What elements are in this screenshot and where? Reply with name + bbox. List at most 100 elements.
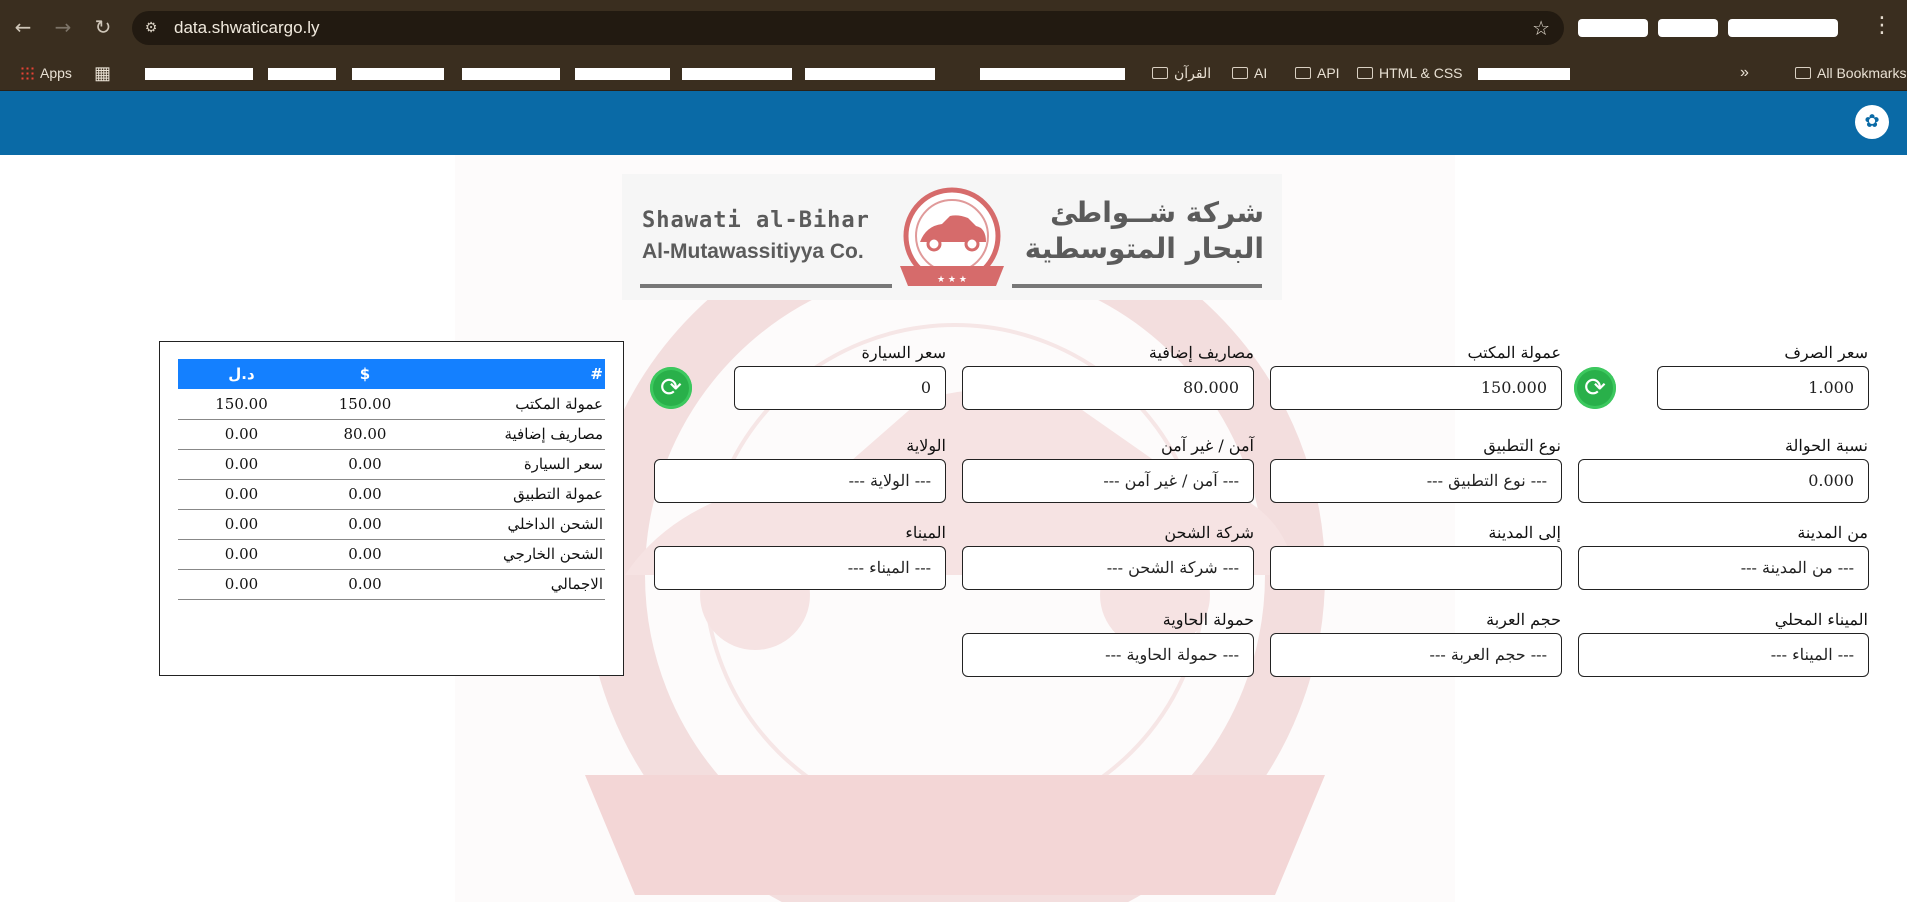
extensions-area	[1578, 16, 1878, 40]
office-commission-label: عمولة المكتب	[1467, 343, 1561, 362]
app-type-select[interactable]: --- نوع التطبيق ---	[1270, 459, 1562, 503]
shipping-company-select[interactable]: --- شركة الشحن ---	[962, 546, 1254, 590]
table-row: الشحن الداخلي 0.00 0.00	[178, 509, 605, 540]
row-name: الشحن الداخلي	[425, 509, 605, 540]
company-emblem: ★ ★ ★	[900, 187, 1004, 286]
table-row: عمولة التطبيق 0.00 0.00	[178, 479, 605, 510]
row-lyd: 0.00	[178, 509, 305, 540]
folder-icon	[1295, 67, 1311, 79]
summary-panel: # $ د.ل عمولة المكتب 150.00 150.00 مصاري…	[159, 341, 624, 676]
table-header-row: # $ د.ل	[178, 359, 605, 389]
to-city-select[interactable]	[1270, 546, 1562, 590]
company-name-arabic-2: البحار المتوسطية	[1024, 232, 1264, 265]
exchange-rate-input[interactable]: 1.000	[1657, 366, 1869, 410]
company-name-english-2: Al-Mutawassitiyya Co.	[642, 240, 864, 263]
summary-table: # $ د.ل عمولة المكتب 150.00 150.00 مصاري…	[178, 359, 605, 600]
row-usd: 0.00	[305, 569, 425, 600]
header-usd: $	[305, 359, 425, 389]
row-usd: 0.00	[305, 449, 425, 480]
address-bar[interactable]: ⚙ data.shwaticargo.ly ☆	[132, 11, 1564, 45]
row-lyd: 150.00	[178, 389, 305, 420]
reload-icon[interactable]: ↻	[90, 14, 116, 40]
transfer-rate-input[interactable]: 0.000	[1578, 459, 1869, 503]
table-row: الشحن الخارجي 0.00 0.00	[178, 539, 605, 570]
bookmark-api[interactable]: API	[1295, 63, 1340, 83]
safe-unsafe-select[interactable]: --- آمن / غير آمن ---	[962, 459, 1254, 503]
folder-icon	[1357, 67, 1373, 79]
app-logo-icon[interactable]: ✿	[1855, 105, 1889, 139]
back-icon[interactable]: ←	[10, 14, 36, 40]
company-banner: Shawati al-Bihar Al-Mutawassitiyya Co. ش…	[622, 174, 1282, 300]
from-city-select[interactable]: --- من المدينة ---	[1578, 546, 1869, 590]
car-price-label: سعر السيارة	[861, 343, 946, 362]
car-price-input[interactable]: 0	[734, 366, 946, 410]
refresh-exchange-rate-button[interactable]: ⟳	[1574, 367, 1616, 409]
row-name: مصاريف إضافية	[425, 419, 605, 450]
row-lyd: 0.00	[178, 479, 305, 510]
extra-expenses-input[interactable]: 80.000	[962, 366, 1254, 410]
bookmark-star-icon[interactable]: ☆	[1532, 16, 1550, 40]
menu-icon[interactable]: ⋮	[1871, 13, 1893, 39]
refresh-car-price-button[interactable]: ⟳	[650, 367, 692, 409]
divider	[1012, 284, 1262, 288]
row-name: الاجمالي	[425, 569, 605, 600]
header-item: #	[425, 359, 605, 389]
row-usd: 150.00	[305, 389, 425, 420]
safe-unsafe-label: آمن / غير آمن	[1160, 436, 1254, 455]
apps-icon	[20, 66, 34, 80]
grid-icon[interactable]: ▦	[94, 63, 111, 83]
state-select[interactable]: --- الولاية ---	[654, 459, 946, 503]
port-label: الميناء	[905, 523, 946, 542]
state-label: الولاية	[906, 436, 946, 455]
divider	[640, 284, 892, 288]
local-port-select[interactable]: --- الميناء ---	[1578, 633, 1869, 677]
company-name-arabic: شركة شــواطئ	[1050, 196, 1264, 229]
to-city-label: إلى المدينة	[1488, 523, 1561, 542]
bookmark-quran[interactable]: القرآن	[1152, 63, 1211, 83]
port-select[interactable]: --- الميناء ---	[654, 546, 946, 590]
container-load-select[interactable]: --- حمولة الحاوية ---	[962, 633, 1254, 677]
exchange-rate-label: سعر الصرف	[1784, 343, 1868, 362]
row-usd: 80.00	[305, 419, 425, 450]
row-name: عمولة المكتب	[425, 389, 605, 420]
row-lyd: 0.00	[178, 569, 305, 600]
table-row: مصاريف إضافية 80.00 0.00	[178, 419, 605, 450]
bookmark-ai[interactable]: AI	[1232, 63, 1267, 83]
local-port-label: الميناء المحلي	[1774, 610, 1868, 629]
table-row: عمولة المكتب 150.00 150.00	[178, 389, 605, 420]
from-city-label: من المدينة	[1797, 523, 1868, 542]
company-name-english: Shawati al-Bihar	[642, 208, 870, 233]
bookmark-all[interactable]: All Bookmarks	[1795, 63, 1906, 83]
transfer-rate-label: نسبة الحوالة	[1784, 436, 1868, 455]
header-lyd: د.ل	[178, 359, 305, 389]
shipping-company-label: شركة الشحن	[1164, 523, 1254, 542]
vehicle-size-label: حجم العربة	[1486, 610, 1561, 629]
row-name: الشحن الخارجي	[425, 539, 605, 570]
row-lyd: 0.00	[178, 539, 305, 570]
site-info-icon[interactable]: ⚙	[142, 19, 160, 37]
office-commission-input[interactable]: 150.000	[1270, 366, 1562, 410]
row-lyd: 0.00	[178, 419, 305, 450]
row-usd: 0.00	[305, 479, 425, 510]
svg-text:★ ★ ★: ★ ★ ★	[937, 275, 967, 285]
bookmark-html-css[interactable]: HTML & CSS	[1357, 63, 1463, 83]
extra-expenses-label: مصاريف إضافية	[1148, 343, 1254, 362]
bookmarks-bar: Apps ▦ القرآن AI API HTML & CSS » All Bo…	[0, 55, 1907, 91]
bookmark-apps[interactable]: Apps	[20, 63, 72, 83]
vehicle-size-select[interactable]: --- حجم العربة ---	[1270, 633, 1562, 677]
row-lyd: 0.00	[178, 449, 305, 480]
app-header: ✿	[0, 91, 1907, 155]
folder-icon	[1152, 67, 1168, 79]
table-row: سعر السيارة 0.00 0.00	[178, 449, 605, 480]
app-type-label: نوع التطبيق	[1483, 436, 1561, 455]
row-name: سعر السيارة	[425, 449, 605, 480]
forward-icon[interactable]: →	[50, 14, 76, 40]
row-usd: 0.00	[305, 509, 425, 540]
browser-toolbar: ← → ↻ ⚙ data.shwaticargo.ly ☆ ⋮	[0, 0, 1907, 55]
url-text[interactable]: data.shwaticargo.ly	[174, 17, 320, 39]
row-usd: 0.00	[305, 539, 425, 570]
more-bookmarks-icon[interactable]: »	[1740, 63, 1749, 83]
container-load-label: حمولة الحاوية	[1162, 610, 1254, 629]
folder-icon	[1795, 67, 1811, 79]
folder-icon	[1232, 67, 1248, 79]
